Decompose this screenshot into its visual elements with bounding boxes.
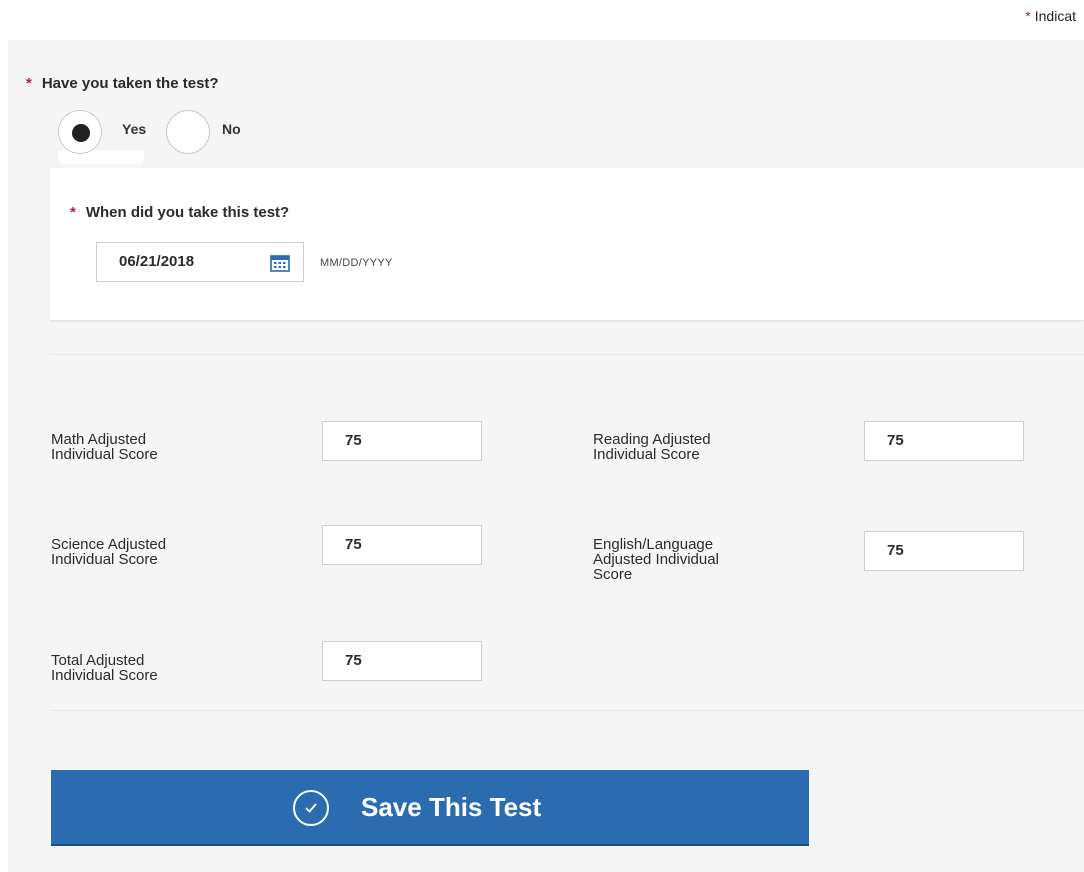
check-icon [305,803,317,813]
question-date-label: When did you take this test? [85,204,290,221]
science-score-value: 75 [345,536,362,553]
test-date-value: 06/21/2018 [119,253,195,270]
english-score-label-line1: English/Language [593,536,714,553]
science-score-input[interactable]: 75 [322,525,482,565]
section-divider [50,354,1084,355]
date-format-hint: MM/DD/YYYY [320,257,393,269]
total-score-value: 75 [345,652,362,669]
total-score-label-line1: Total Adjusted [51,652,145,669]
test-form-panel: * Have you taken the test? Yes No * When d… [8,40,1084,872]
radio-yes-label[interactable]: Yes [122,121,146,137]
reading-score-label-line1: Reading Adjusted [593,431,711,448]
required-star: * [70,204,76,221]
english-score-label-line2: Adjusted Individual [593,551,719,568]
radio-yes[interactable] [58,110,102,154]
science-score-label: Science Adjusted Individual Score [51,537,251,567]
reading-score-value: 75 [887,432,904,449]
section-divider [50,710,1084,711]
science-score-label-line1: Science Adjusted [51,536,167,553]
question-test-date: * When did you take this test? [70,204,289,221]
total-score-label-line2: Individual Score [51,667,158,684]
total-score-label: Total Adjusted Individual Score [51,653,251,683]
english-score-value: 75 [887,542,904,559]
radio-no[interactable] [166,110,210,154]
required-legend: * Indicat [1025,8,1076,24]
math-score-label-line1: Math Adjusted [51,431,147,448]
calendar-icon[interactable] [270,254,290,272]
required-star: * [1025,8,1031,24]
reading-score-input[interactable]: 75 [864,421,1024,461]
question-taken-test: * Have you taken the test? [26,75,219,92]
science-score-label-line2: Individual Score [51,551,158,568]
reading-score-label: Reading Adjusted Individual Score [593,432,793,462]
required-star: * [26,75,32,92]
question-taken-label: Have you taken the test? [41,75,219,92]
math-score-value: 75 [345,432,362,449]
reading-score-label-line2: Individual Score [593,446,700,463]
required-legend-text: Indicat [1034,8,1076,24]
math-score-input[interactable]: 75 [322,421,482,461]
english-score-label: English/Language Adjusted Individual Sco… [593,537,793,582]
math-score-label-line2: Individual Score [51,446,158,463]
math-score-label: Math Adjusted Individual Score [51,432,251,462]
test-date-card: * When did you take this test? 06/21/2018… [50,168,1084,321]
english-score-label-line3: Score [593,566,633,583]
english-score-input[interactable]: 75 [864,531,1024,571]
save-test-button[interactable]: Save This Test [51,770,809,846]
radio-no-label[interactable]: No [222,121,241,137]
radio-selected-dot [72,124,90,142]
save-test-button-label: Save This Test [361,792,542,822]
test-date-input[interactable]: 06/21/2018 [96,242,304,282]
total-score-input[interactable]: 75 [322,641,482,681]
check-circle-icon [293,790,329,826]
